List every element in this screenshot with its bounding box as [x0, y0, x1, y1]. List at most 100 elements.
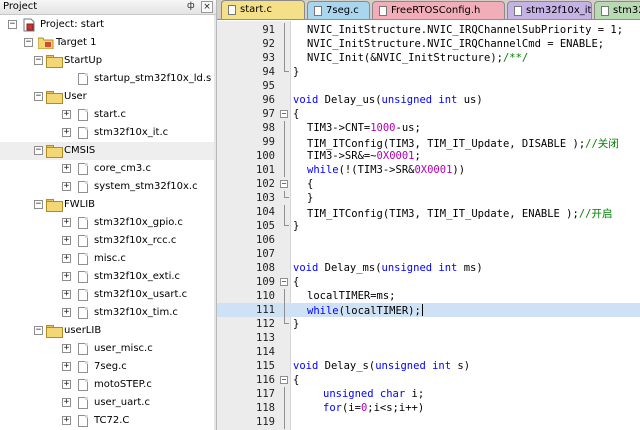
- line-number: 96: [262, 94, 275, 106]
- tree-item[interactable]: + stm32f10x_usart.c: [0, 286, 214, 304]
- fold-line: [284, 121, 285, 135]
- tree-item[interactable]: − StartUp: [0, 52, 214, 70]
- collapse-icon[interactable]: −: [34, 56, 43, 65]
- expand-icon[interactable]: +: [62, 182, 71, 191]
- collapse-icon[interactable]: −: [34, 326, 43, 335]
- code-line: 112}: [217, 317, 640, 331]
- expand-icon[interactable]: +: [62, 272, 71, 281]
- number-literal: 0X0001: [376, 150, 415, 162]
- tree-item[interactable]: − FWLIB: [0, 196, 214, 214]
- expand-icon[interactable]: +: [62, 164, 71, 173]
- fold-end: [284, 191, 289, 198]
- tree-item-label: motoSTEP.c: [94, 379, 152, 390]
- file-icon: [78, 289, 88, 301]
- tab-start-c[interactable]: start.c: [221, 0, 305, 19]
- tree-item[interactable]: + stm32f10x_gpio.c: [0, 214, 214, 232]
- tree-item-label: stm32f10x_tim.c: [94, 307, 178, 318]
- keyword: unsigned int: [381, 262, 458, 274]
- code-line: 109−{: [217, 275, 640, 289]
- tree-item[interactable]: + stm32f10x_tim.c: [0, 304, 214, 322]
- file-icon: [78, 343, 88, 355]
- target-icon: [37, 37, 54, 50]
- tab-stm32f10x-it-c[interactable]: stm32f10x_it.c: [507, 1, 592, 19]
- editor-tab-strip: start.c 7seg.c FreeRTOSConfig.h stm32f10x_i…: [217, 0, 640, 20]
- collapse-icon[interactable]: −: [24, 38, 33, 47]
- code-editor[interactable]: 91 NVIC_InitStructure.NVIC_IRQChannelSubP…: [217, 21, 640, 430]
- tree-item[interactable]: − userLIB: [0, 322, 214, 340]
- collapse-icon[interactable]: −: [34, 200, 43, 209]
- tab-label: stm32f10x: [613, 5, 640, 16]
- tab-freertosconfig-h[interactable]: FreeRTOSConfig.h: [372, 1, 505, 19]
- tree-item[interactable]: − CMSIS: [0, 142, 214, 160]
- expand-icon[interactable]: +: [62, 398, 71, 407]
- tree-item[interactable]: startup_stm32f10x_ld.s: [0, 70, 214, 88]
- tab-7seg-c[interactable]: 7seg.c: [307, 1, 370, 19]
- tree-item[interactable]: + stm32f10x_rcc.c: [0, 232, 214, 250]
- expand-icon[interactable]: +: [62, 236, 71, 245]
- tree-item[interactable]: + system_stm32f10x.c: [0, 178, 214, 196]
- keyword: void: [293, 360, 319, 372]
- code-line: 106: [217, 233, 640, 247]
- code-token: }: [293, 318, 300, 330]
- fold-line: [284, 415, 285, 429]
- fold-line: [284, 289, 285, 303]
- file-icon: [78, 181, 88, 193]
- fold-end: [284, 219, 289, 226]
- pin-icon[interactable]: ф: [187, 1, 195, 11]
- tree-item[interactable]: + TC72.C: [0, 412, 214, 430]
- fold-line: [284, 205, 285, 219]
- line-number: 106: [256, 234, 275, 246]
- folder-icon: [46, 145, 63, 158]
- expand-icon[interactable]: +: [62, 218, 71, 227]
- expand-icon[interactable]: +: [62, 416, 71, 425]
- collapse-icon[interactable]: −: [8, 20, 17, 29]
- tree-item[interactable]: +7seg.c: [0, 358, 214, 376]
- tree-item[interactable]: + user_uart.c: [0, 394, 214, 412]
- expand-icon[interactable]: +: [62, 308, 71, 317]
- code-text: }: [293, 220, 299, 232]
- fold-end: [284, 65, 289, 72]
- expand-icon[interactable]: +: [62, 254, 71, 263]
- file-icon: [314, 6, 322, 16]
- line-number: 93: [262, 52, 275, 64]
- line-number: 97: [262, 108, 275, 120]
- fold-toggle-icon[interactable]: −: [280, 376, 288, 384]
- line-number: 113: [256, 332, 275, 344]
- number-literal: 0X0001: [414, 164, 453, 176]
- tree-item[interactable]: + stm32f10x_it.c: [0, 124, 214, 142]
- file-icon: [514, 6, 522, 16]
- tree-item[interactable]: − Project: start: [0, 16, 214, 34]
- code-text: void Delay_us(unsigned int us): [293, 94, 483, 106]
- close-icon[interactable]: ×: [201, 1, 213, 13]
- tree-item[interactable]: − User: [0, 88, 214, 106]
- expand-icon[interactable]: +: [62, 110, 71, 119]
- expand-icon[interactable]: +: [62, 128, 71, 137]
- tree-item[interactable]: + start.c: [0, 106, 214, 124]
- line-number: 101: [256, 164, 275, 176]
- file-icon: [601, 6, 609, 16]
- line-number: 115: [256, 360, 275, 372]
- expand-icon[interactable]: +: [62, 344, 71, 353]
- keyword: void: [293, 262, 319, 274]
- fold-toggle-icon[interactable]: −: [280, 278, 288, 286]
- expand-icon[interactable]: +: [62, 380, 71, 389]
- expand-icon[interactable]: +: [62, 362, 71, 371]
- keyword: void: [293, 94, 319, 106]
- tree-item[interactable]: + motoSTEP.c: [0, 376, 214, 394]
- file-icon: [78, 73, 88, 85]
- fold-toggle-icon[interactable]: −: [280, 180, 288, 188]
- tree-item[interactable]: + core_cm3.c: [0, 160, 214, 178]
- tree-item[interactable]: + misc.c: [0, 250, 214, 268]
- fold-toggle-icon[interactable]: −: [280, 110, 288, 118]
- file-icon: [78, 163, 88, 175]
- code-token: (!(TIM3->SR&: [338, 164, 415, 176]
- expand-icon[interactable]: +: [62, 290, 71, 299]
- collapse-icon[interactable]: −: [34, 146, 43, 155]
- tree-item[interactable]: + stm32f10x_exti.c: [0, 268, 214, 286]
- tree-item[interactable]: + user_misc.c: [0, 340, 214, 358]
- code-text: }: [293, 66, 299, 78]
- code-line: 102− {: [217, 177, 640, 191]
- tree-item[interactable]: − Target 1: [0, 34, 214, 52]
- collapse-icon[interactable]: −: [34, 92, 43, 101]
- tab-stm32f10x[interactable]: stm32f10x: [594, 1, 640, 19]
